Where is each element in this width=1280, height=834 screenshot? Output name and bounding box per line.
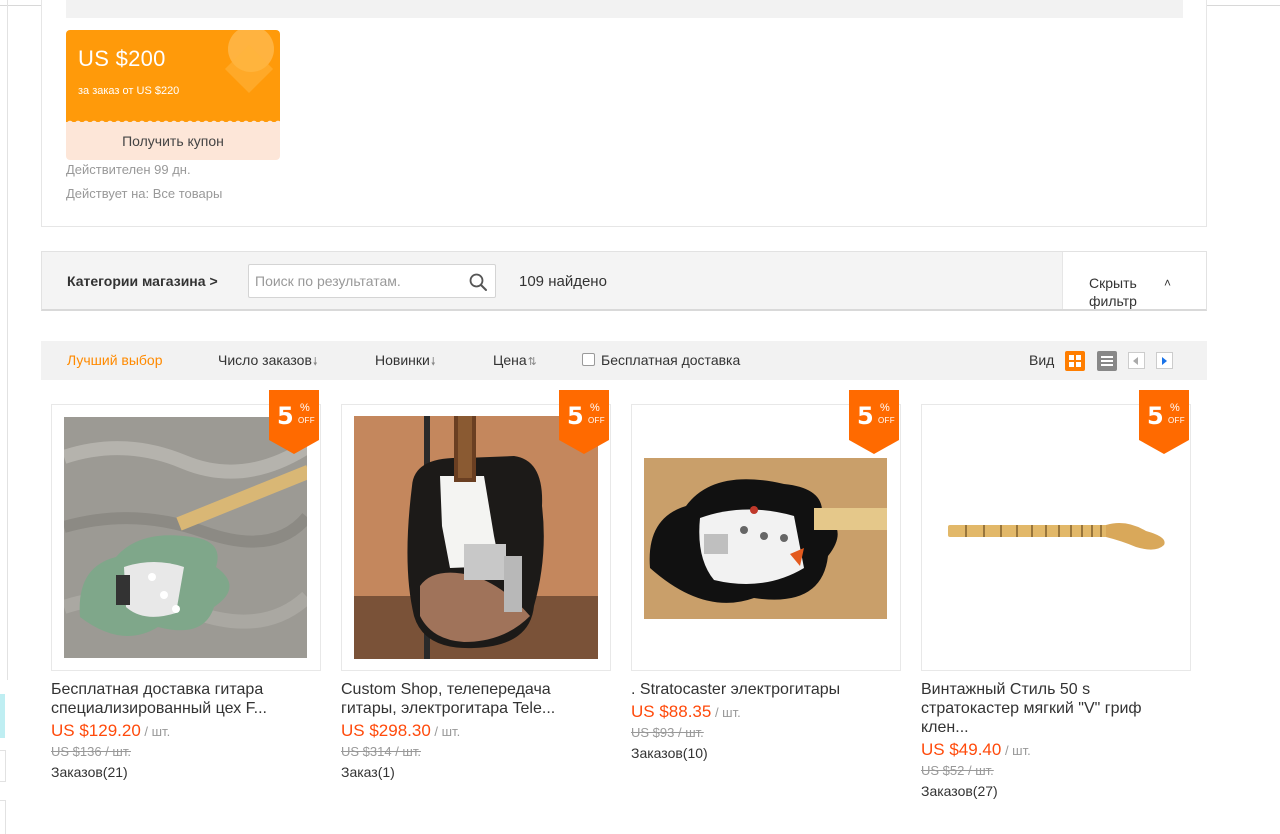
price-value: US $298.30 bbox=[341, 721, 431, 740]
product-price: US $88.35 / шт. bbox=[631, 702, 741, 722]
product-title[interactable]: Винтажный Стиль 50 s стратокастер мягкий… bbox=[921, 680, 1185, 737]
coupon-header: US $200 за заказ от US $220 bbox=[66, 30, 280, 122]
product-orders: Заказ(1) bbox=[341, 764, 395, 780]
discount-badge: 5 % OFF bbox=[1139, 390, 1189, 454]
product-title[interactable]: Custom Shop, телепередача гитары, электр… bbox=[341, 680, 605, 718]
discount-badge-percent: % bbox=[590, 402, 600, 414]
price-value: US $88.35 bbox=[631, 702, 712, 721]
discount-badge-off: OFF bbox=[588, 416, 605, 425]
next-page-icon[interactable] bbox=[1156, 352, 1173, 369]
search-box bbox=[248, 264, 496, 298]
product-orders: Заказов(21) bbox=[51, 764, 128, 780]
discount-badge: 5 % OFF bbox=[559, 390, 609, 454]
panel-top-strip bbox=[66, 0, 1183, 18]
product-old-price: US $93 / шт. bbox=[631, 725, 704, 740]
arrow-down-icon: 🠗 bbox=[430, 356, 436, 368]
grid-view-icon[interactable] bbox=[1065, 351, 1085, 371]
search-filter-bar: Категории магазина > 109 найдено Скрыть … bbox=[41, 251, 1207, 311]
discount-badge-number: 5 bbox=[857, 402, 874, 430]
sort-price[interactable]: Цена⇅ bbox=[493, 352, 537, 368]
product-title[interactable]: Бесплатная доставка гитара специализиров… bbox=[51, 680, 315, 718]
store-categories-link[interactable]: Категории магазина > bbox=[67, 273, 218, 289]
price-unit: / шт. bbox=[1001, 743, 1031, 758]
price-unit: / шт. bbox=[430, 724, 461, 739]
sort-newest[interactable]: Новинки🠗 bbox=[375, 352, 436, 372]
discount-badge-number: 5 bbox=[277, 402, 294, 430]
discount-badge-number: 5 bbox=[567, 402, 584, 430]
left-edge-rule bbox=[7, 0, 8, 680]
coupon-card: US $200 за заказ от US $220 Получить куп… bbox=[66, 30, 280, 160]
chevron-up-icon: ˄ bbox=[1164, 276, 1172, 290]
price-value: US $129.20 bbox=[51, 721, 141, 740]
sort-newest-label: Новинки bbox=[375, 352, 430, 368]
free-shipping-filter[interactable]: Бесплатная доставка bbox=[582, 352, 740, 368]
product-old-price: US $52 / шт. bbox=[921, 763, 994, 778]
hide-filter-button[interactable]: Скрыть фильтр ˄ bbox=[1062, 252, 1206, 309]
maple-neck-image bbox=[948, 523, 1165, 550]
price-unit: / шт. bbox=[711, 705, 741, 720]
coupon-panel: US $200 за заказ от US $220 Получить куп… bbox=[41, 0, 1207, 227]
discount-badge: 5 % OFF bbox=[269, 390, 319, 454]
left-edge-highlight bbox=[0, 694, 5, 738]
product-orders: Заказов(10) bbox=[631, 745, 708, 761]
coupon-condition: за заказ от US $220 bbox=[78, 85, 180, 97]
arrow-down-icon: 🠗 bbox=[312, 356, 318, 368]
price-unit: / шт. bbox=[140, 724, 171, 739]
product-title[interactable]: . Stratocaster электрогитары bbox=[631, 680, 895, 699]
results-count: 109 найдено bbox=[519, 273, 607, 290]
discount-badge-number: 5 bbox=[1147, 402, 1164, 430]
sort-price-label: Цена bbox=[493, 352, 527, 368]
left-edge-panel-lower bbox=[0, 800, 6, 834]
discount-badge-off: OFF bbox=[878, 416, 895, 425]
discount-badge-percent: % bbox=[300, 402, 310, 414]
free-shipping-label: Бесплатная доставка bbox=[601, 352, 741, 368]
product-price: US $129.20 / шт. bbox=[51, 721, 170, 741]
prev-page-icon[interactable] bbox=[1128, 352, 1145, 369]
product-old-price: US $314 / шт. bbox=[341, 744, 421, 759]
coupon-applies-to: Действует на: Все товары bbox=[66, 186, 223, 201]
product-price: US $49.40 / шт. bbox=[921, 740, 1031, 760]
sort-orders-label: Число заказов bbox=[218, 352, 312, 368]
list-view-icon[interactable] bbox=[1097, 351, 1117, 371]
product-price: US $298.30 / шт. bbox=[341, 721, 460, 741]
left-edge-panel bbox=[0, 750, 6, 782]
discount-badge-percent: % bbox=[880, 402, 890, 414]
view-label: Вид bbox=[1029, 352, 1055, 368]
black-stratocaster-image bbox=[644, 458, 887, 619]
product-orders: Заказов(27) bbox=[921, 783, 998, 799]
coupon-validity: Действителен 99 дн. bbox=[66, 162, 191, 177]
sort-bar: Лучший выбор Число заказов🠗 Новинки🠗 Цен… bbox=[41, 341, 1207, 380]
sort-best-match[interactable]: Лучший выбор bbox=[67, 352, 163, 368]
product-old-price: US $136 / шт. bbox=[51, 744, 131, 759]
discount-badge: 5 % OFF bbox=[849, 390, 899, 454]
discount-badge-percent: % bbox=[1170, 402, 1180, 414]
search-icon[interactable] bbox=[468, 272, 488, 292]
discount-badge-off: OFF bbox=[298, 416, 315, 425]
hide-filter-label: Скрыть фильтр bbox=[1089, 275, 1137, 309]
price-value: US $49.40 bbox=[921, 740, 1002, 759]
discount-badge-off: OFF bbox=[1168, 416, 1185, 425]
sort-updown-icon: ⇅ bbox=[527, 356, 537, 368]
free-shipping-checkbox[interactable] bbox=[582, 353, 595, 366]
coupon-amount: US $200 bbox=[78, 46, 166, 71]
sort-orders[interactable]: Число заказов🠗 bbox=[218, 352, 318, 372]
get-coupon-button[interactable]: Получить купон bbox=[66, 122, 280, 160]
search-input[interactable] bbox=[255, 265, 460, 297]
